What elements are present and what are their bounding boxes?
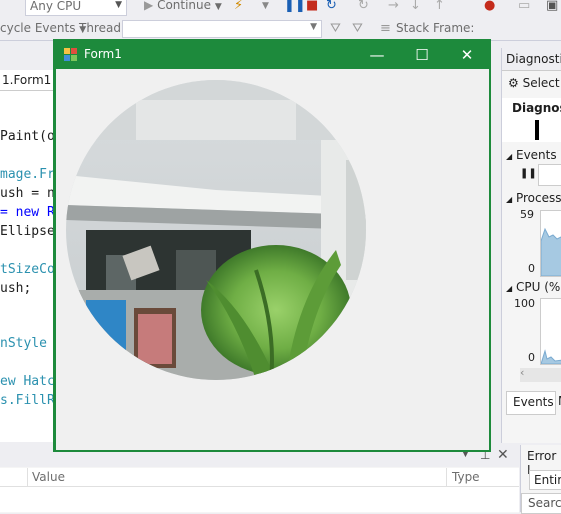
thread-label: Thread: xyxy=(79,21,126,35)
code-line: = new R xyxy=(0,205,55,220)
select-tools-label: Select xyxy=(522,76,560,90)
cpu-section-header[interactable]: ◢ CPU (% xyxy=(506,280,560,294)
layout-icon[interactable]: ▭ xyxy=(518,0,530,13)
select-tools-button[interactable]: ⚙ Select xyxy=(508,76,560,90)
collapse-icon: ◢ xyxy=(506,152,513,161)
gear-icon: ⚙ xyxy=(508,76,519,90)
events-track xyxy=(538,164,561,186)
chevron-down-icon: ▼ xyxy=(115,0,122,10)
events-label: Events xyxy=(515,148,557,162)
form-app-icon xyxy=(64,48,77,61)
diagnostic-tools-panel: Diagnosti ⚙ Select Diagnost ◢ Events ❚❚ … xyxy=(501,48,561,443)
thread-dropdown[interactable]: ▼ xyxy=(122,20,322,38)
lifecycle-events-label: cycle Events xyxy=(0,21,76,35)
play-icon: ▶ xyxy=(144,0,154,12)
column-header-type[interactable]: Type xyxy=(452,470,480,484)
error-search-input[interactable]: Search xyxy=(521,493,561,514)
close-button[interactable]: ✕ xyxy=(444,41,490,69)
continue-label: Continue xyxy=(157,0,212,12)
pause-icon[interactable]: ❚❚ xyxy=(284,0,306,13)
chevron-down-icon: ▼ xyxy=(310,22,317,32)
chevron-down-icon[interactable]: ▼ xyxy=(262,0,269,13)
code-line: tSizeCo xyxy=(0,262,55,277)
process-axis-min: 0 xyxy=(528,262,535,275)
editor-tab[interactable]: 1.Form1 xyxy=(0,70,56,91)
error-search-placeholder: Search xyxy=(528,496,561,510)
diagnostic-title: Diagnosti xyxy=(506,52,561,66)
cpu-graph xyxy=(540,298,561,365)
hot-reload-icon[interactable]: ⚡ xyxy=(234,0,243,13)
tab-events[interactable]: Events xyxy=(506,391,556,415)
process-axis-max: 59 xyxy=(520,208,534,221)
error-scope-value: Entire xyxy=(534,473,561,487)
stop-icon[interactable]: ■ xyxy=(306,0,318,13)
form1-titlebar[interactable]: Form1 — ☐ ✕ xyxy=(55,41,489,69)
close-icon: ✕ xyxy=(460,46,474,64)
code-line: ush; xyxy=(0,281,32,296)
code-line: ew Hatc xyxy=(0,374,55,389)
code-line: Paint(o xyxy=(0,129,55,144)
cpu-axis-min: 0 xyxy=(528,351,535,364)
code-line: ush = n xyxy=(0,186,55,201)
collapse-icon: ◢ xyxy=(506,284,513,293)
lifecycle-events-dropdown[interactable]: cycle Events ▼ xyxy=(0,21,86,35)
restart-icon[interactable]: ↻ xyxy=(326,0,337,13)
column-header-value[interactable]: Value xyxy=(32,470,65,484)
ellipse-clipped-photo xyxy=(66,80,366,380)
maximize-icon: ☐ xyxy=(415,46,429,64)
diagnostic-session-label: Diagnost xyxy=(512,101,561,115)
timeline-ruler[interactable] xyxy=(502,118,561,142)
editor-tab-label: 1.Form1 xyxy=(2,73,52,87)
location-toolbar: cycle Events ▼ Thread: ▼ ⛛ ⛛ ≡ Stack Fra… xyxy=(0,18,561,41)
process-memory-graph xyxy=(540,210,561,277)
code-line: Ellipse xyxy=(0,224,55,239)
stack-frame-label: Stack Frame: xyxy=(396,21,475,35)
debug-toolbar: Any CPU ▼ ▶ Continue ▼ ⚡ ▼ ❚❚ ■ ↻ ↻ → ↓ … xyxy=(0,0,561,19)
code-line: s.FillR xyxy=(0,393,55,408)
step-out-icon[interactable]: ↑ xyxy=(434,0,445,13)
form-title: Form1 xyxy=(84,47,122,61)
cpu-label: CPU (% xyxy=(515,280,561,294)
cpu-chart xyxy=(541,349,561,364)
maximize-button[interactable]: ☐ xyxy=(399,41,445,69)
code-line: mage.Fr xyxy=(0,167,55,182)
tab-events-label: Events xyxy=(513,395,554,409)
platform-dropdown[interactable]: Any CPU ▼ xyxy=(25,0,127,16)
timeline-marker[interactable] xyxy=(535,120,539,140)
minimize-button[interactable]: — xyxy=(354,41,400,69)
flag-filter-icon[interactable]: ⛛ xyxy=(352,22,363,36)
code-line: nStyle xyxy=(0,336,55,351)
events-section-header[interactable]: ◢ Events xyxy=(506,148,557,162)
error-list-panel: Error L Entire Search xyxy=(520,445,561,514)
diagnostic-header: Diagnosti xyxy=(502,48,561,71)
diagnostic-section: Diagnost xyxy=(502,98,561,119)
filter-icon[interactable]: ⛛ xyxy=(330,22,341,36)
process-memory-label: Process xyxy=(515,191,561,205)
chevron-down-icon: ▼ xyxy=(214,2,222,12)
chevron-left-icon[interactable]: ‹ xyxy=(520,366,524,379)
photo-image xyxy=(66,80,366,380)
memory-chart xyxy=(541,227,561,276)
collapse-icon: ◢ xyxy=(506,195,513,204)
minimize-icon: — xyxy=(369,46,385,64)
process-memory-header[interactable]: ◢ Process xyxy=(506,191,561,205)
step-over-icon[interactable]: → xyxy=(388,0,399,13)
error-scope-dropdown[interactable]: Entire xyxy=(529,470,561,490)
platform-value: Any CPU xyxy=(30,0,82,13)
window-icon[interactable]: ▣ xyxy=(546,0,558,13)
continue-button[interactable]: ▶ Continue ▼ xyxy=(144,0,222,12)
cpu-axis-max: 100 xyxy=(514,297,535,310)
pause-icon[interactable]: ❚❚ xyxy=(520,168,537,179)
horizontal-scrollbar[interactable]: ‹ xyxy=(520,366,561,382)
step-into-icon[interactable]: ↓ xyxy=(410,0,421,13)
stack-frame-icon: ≡ xyxy=(380,21,391,36)
show-next-statement-icon[interactable]: ↻ xyxy=(358,0,369,13)
locals-grid: Value Type xyxy=(0,468,519,512)
close-icon[interactable]: ✕ xyxy=(497,447,509,463)
locals-header-row: Value Type xyxy=(0,468,519,487)
breakpoint-icon[interactable]: ● xyxy=(484,0,495,13)
